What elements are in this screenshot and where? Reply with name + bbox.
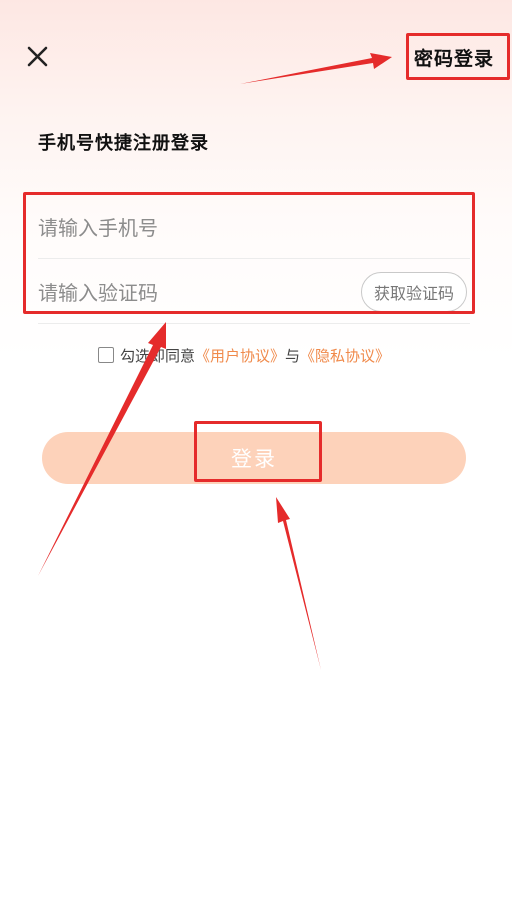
login-button-label: 登录	[231, 447, 277, 471]
divider	[38, 258, 470, 259]
login-button[interactable]: 登录	[42, 432, 466, 484]
agreement-checkbox[interactable]	[98, 347, 114, 363]
annotation-arrow-login	[276, 497, 321, 670]
password-login-link[interactable]: 密码登录	[414, 44, 494, 71]
agreement-conjunction: 与	[285, 346, 301, 365]
privacy-policy-link[interactable]: 《隐私协议》	[300, 345, 390, 366]
verification-code-input[interactable]	[38, 268, 348, 318]
close-icon	[27, 46, 48, 67]
annotation-arrow-password-login	[240, 53, 392, 84]
get-code-button[interactable]: 获取验证码	[361, 272, 467, 312]
user-agreement-link[interactable]: 《用户协议》	[195, 345, 285, 366]
phone-input[interactable]	[38, 203, 470, 253]
page-title: 手机号快捷注册登录	[38, 133, 209, 154]
close-button[interactable]	[22, 40, 54, 72]
agreement-row: 勾选即同意 《用户协议》 与 《隐私协议》	[98, 343, 390, 367]
divider	[38, 323, 470, 324]
agreement-prefix: 勾选即同意	[120, 346, 196, 365]
